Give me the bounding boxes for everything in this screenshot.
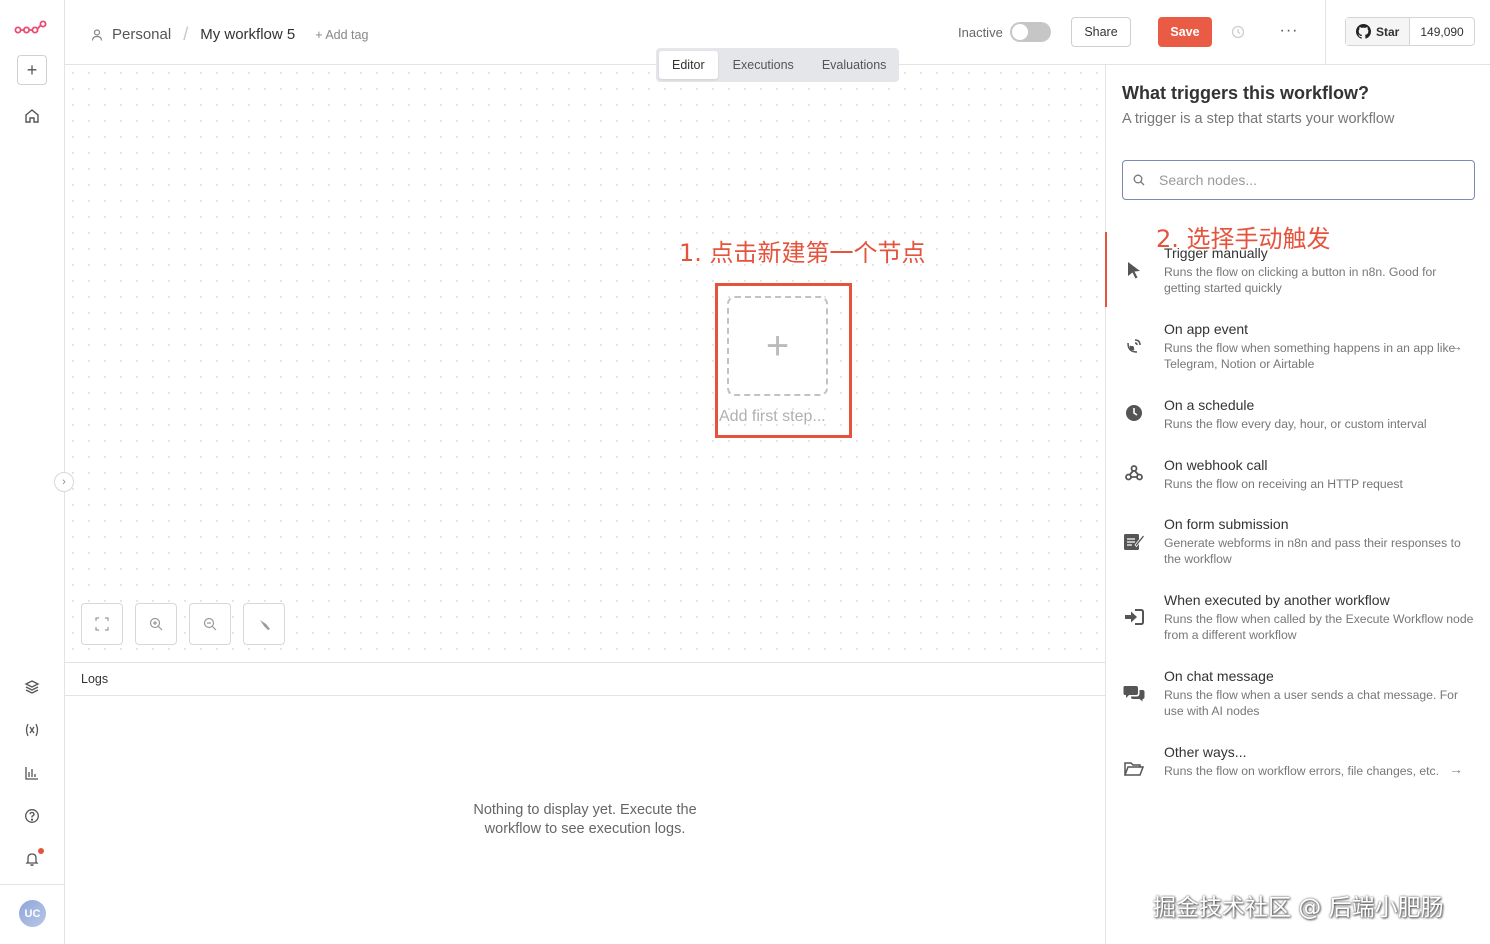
search-input[interactable]: Search nodes... bbox=[1122, 160, 1475, 200]
person-icon bbox=[91, 28, 103, 41]
fit-view-button[interactable] bbox=[81, 603, 123, 645]
sign-in-icon bbox=[1123, 606, 1145, 628]
selected-item-indicator bbox=[1105, 232, 1107, 307]
active-toggle[interactable] bbox=[1010, 22, 1051, 42]
save-button[interactable]: Save bbox=[1158, 17, 1212, 47]
add-first-step-button[interactable]: + bbox=[727, 296, 828, 396]
share-button[interactable]: Share bbox=[1071, 17, 1131, 47]
variables-icon[interactable] bbox=[20, 718, 44, 742]
home-icon[interactable] bbox=[20, 104, 44, 128]
search-icon bbox=[1133, 174, 1145, 186]
github-icon bbox=[1356, 24, 1371, 39]
logs-panel: Logs Nothing to display yet. Execute the… bbox=[65, 662, 1105, 944]
add-tag-link[interactable]: + Add tag bbox=[315, 28, 368, 42]
create-button[interactable]: + bbox=[17, 55, 47, 85]
logs-empty-message: Nothing to display yet. Execute the work… bbox=[473, 802, 697, 837]
zoom-in-button[interactable] bbox=[135, 603, 177, 645]
annotation-step-2: 2. 选择手动触发 bbox=[1156, 225, 1331, 253]
broom-icon bbox=[259, 619, 270, 630]
arrow-right-icon: → bbox=[1449, 338, 1463, 354]
tab-evaluations[interactable]: Evaluations bbox=[809, 51, 900, 79]
satellite-dish-icon bbox=[1123, 335, 1145, 357]
workflow-name[interactable]: My workflow 5 bbox=[200, 26, 295, 43]
webhook-icon bbox=[1123, 462, 1145, 484]
zoom-in-icon bbox=[149, 617, 163, 631]
tidy-up-button[interactable] bbox=[243, 603, 285, 645]
folder-icon bbox=[1123, 758, 1145, 780]
github-star-count[interactable]: 149,090 bbox=[1410, 18, 1473, 45]
templates-icon[interactable] bbox=[20, 675, 44, 699]
tab-editor[interactable]: Editor bbox=[659, 51, 718, 79]
breadcrumb-project[interactable]: Personal bbox=[112, 26, 171, 43]
github-star-button[interactable]: Star bbox=[1346, 18, 1411, 45]
clock-icon bbox=[1123, 402, 1145, 424]
active-status-label: Inactive bbox=[958, 25, 1003, 40]
panel-title: What triggers this workflow? bbox=[1122, 83, 1370, 103]
workflow-canvas[interactable]: 1. 点击新建第一个节点 + Add first step... bbox=[65, 65, 1105, 662]
tab-executions[interactable]: Executions bbox=[720, 51, 807, 79]
n8n-logo-icon[interactable] bbox=[14, 18, 48, 42]
history-icon[interactable] bbox=[1228, 22, 1248, 42]
add-first-step-label[interactable]: Add first step... bbox=[719, 408, 826, 426]
form-icon bbox=[1123, 530, 1145, 552]
plus-icon: + bbox=[765, 323, 790, 368]
watermark: 掘金技术社区 @ 后端小肥肠 bbox=[1153, 895, 1444, 921]
trigger-panel: What triggers this workflow? A trigger i… bbox=[1105, 65, 1490, 944]
zoom-out-button[interactable] bbox=[189, 603, 231, 645]
arrow-right-icon: → bbox=[1449, 761, 1463, 777]
notifications-bell-icon[interactable] bbox=[20, 847, 44, 871]
avatar[interactable]: UC bbox=[19, 900, 46, 927]
header-divider bbox=[1325, 0, 1326, 65]
logs-title[interactable]: Logs bbox=[65, 663, 1105, 696]
breadcrumb: Personal / My workflow 5 + Add tag bbox=[90, 24, 368, 45]
breadcrumb-separator: / bbox=[183, 24, 189, 44]
view-tabs: Editor Executions Evaluations bbox=[656, 48, 899, 82]
sidebar-divider bbox=[0, 884, 65, 885]
annotation-step-1: 1. 点击新建第一个节点 bbox=[679, 239, 926, 267]
zoom-out-icon bbox=[203, 617, 217, 631]
insights-chart-icon[interactable] bbox=[20, 761, 44, 785]
panel-subtitle: A trigger is a step that starts your wor… bbox=[1122, 111, 1395, 127]
github-star-widget[interactable]: Star 149,090 bbox=[1345, 17, 1475, 46]
sidebar-collapse-button[interactable]: › bbox=[54, 472, 74, 492]
cursor-icon bbox=[1123, 259, 1145, 281]
search-placeholder: Search nodes... bbox=[1159, 172, 1258, 188]
notification-dot bbox=[38, 848, 44, 854]
more-options-icon[interactable]: ··· bbox=[1278, 20, 1300, 42]
left-sidebar: + UC bbox=[0, 0, 65, 944]
chat-icon bbox=[1123, 682, 1145, 704]
fit-view-icon bbox=[95, 617, 109, 631]
help-icon[interactable] bbox=[20, 804, 44, 828]
